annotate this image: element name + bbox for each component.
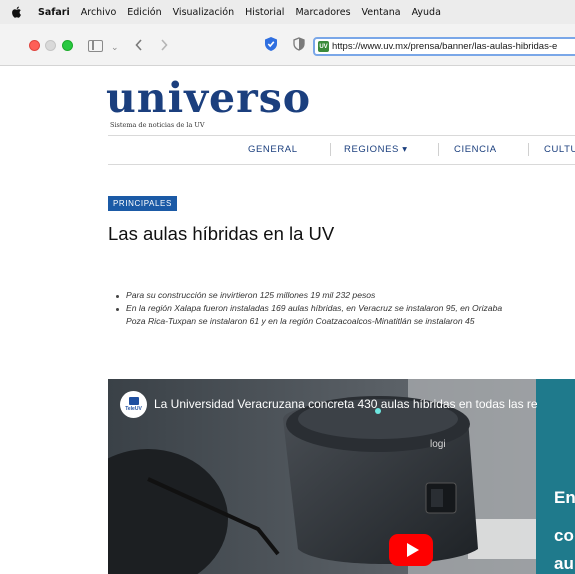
site-tagline: Sistema de noticias de la UV	[110, 121, 205, 129]
tv-icon	[128, 397, 139, 405]
article-title: Las aulas híbridas en la UV	[108, 223, 335, 244]
zoom-window-button[interactable]	[62, 40, 73, 51]
nav-divider-top	[108, 135, 575, 136]
nav-divider-bottom	[108, 164, 575, 165]
video-overlay-text: En	[554, 488, 575, 507]
category-tag[interactable]: PRINCIPALES	[108, 196, 177, 211]
menu-marcadores[interactable]: Marcadores	[295, 7, 350, 18]
menu-ayuda[interactable]: Ayuda	[412, 7, 441, 18]
video-embed[interactable]: TeleUV La Universidad Veracruzana concre…	[108, 379, 575, 574]
list-item: En la región Xalapa fueron instaladas 16…	[116, 302, 575, 315]
site-logo[interactable]: universo	[106, 77, 311, 119]
menu-archivo[interactable]: Archivo	[81, 7, 117, 18]
menu-bar: Safari Archivo Edición Visualización His…	[0, 0, 575, 24]
channel-avatar[interactable]: TeleUV	[120, 391, 147, 418]
menu-historial[interactable]: Historial	[245, 7, 284, 18]
menu-app-safari[interactable]: Safari	[38, 7, 70, 18]
nav-cultura[interactable]: CULTU	[544, 144, 575, 155]
back-icon[interactable]	[135, 39, 143, 51]
privacy-shield-icon[interactable]	[264, 36, 278, 52]
url-text[interactable]: https://www.uv.mx/prensa/banner/las-aula…	[332, 41, 557, 52]
menu-ventana[interactable]: Ventana	[362, 7, 401, 18]
nav-separator	[528, 143, 529, 156]
menu-visualizacion[interactable]: Visualización	[173, 7, 235, 18]
device-brand: logi	[430, 439, 446, 450]
play-button[interactable]	[389, 534, 433, 566]
chevron-down-icon[interactable]: ⌄	[111, 39, 119, 55]
site-favicon-icon: UV	[318, 41, 329, 52]
video-title[interactable]: La Universidad Veracruzana concreta 430 …	[154, 397, 538, 411]
channel-name: TeleUV	[125, 406, 142, 412]
nav-general[interactable]: GENERAL	[248, 144, 298, 155]
video-overlay-text: au	[554, 554, 574, 573]
sidebar-toggle-icon[interactable]	[88, 40, 103, 52]
apple-icon[interactable]	[10, 5, 24, 19]
browser-toolbar: ⌄ UV https://www.uv.mx/prensa/banner/las…	[0, 24, 575, 66]
content-shield-icon[interactable]	[293, 37, 305, 51]
nav-separator	[438, 143, 439, 156]
menu-edicion[interactable]: Edición	[127, 7, 161, 18]
list-item-continuation: Poza Rica-Tuxpan se instalaron 61 y en l…	[126, 316, 475, 326]
nav-separator	[330, 143, 331, 156]
address-bar[interactable]: UV https://www.uv.mx/prensa/banner/las-a…	[313, 37, 575, 56]
video-overlay-text: co	[554, 526, 574, 545]
close-window-button[interactable]	[29, 40, 40, 51]
article-summary: Para su construcción se invirtieron 125 …	[116, 289, 575, 328]
forward-icon[interactable]	[160, 39, 168, 51]
minimize-window-button[interactable]	[45, 40, 56, 51]
list-item: Para su construcción se invirtieron 125 …	[116, 289, 575, 302]
nav-regiones[interactable]: REGIONES ▾	[344, 144, 408, 155]
nav-ciencia[interactable]: CIENCIA	[454, 144, 497, 155]
